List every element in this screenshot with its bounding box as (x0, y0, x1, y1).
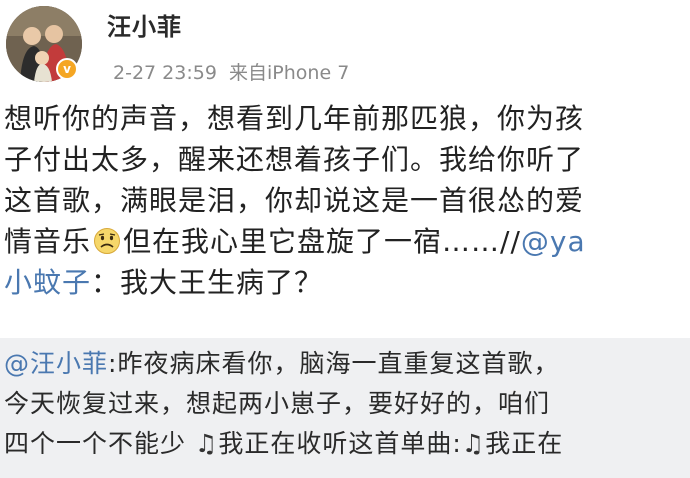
username[interactable]: 汪小菲 (107, 7, 182, 42)
repost-line: @汪小菲:昨夜病床看你，脑海一直重复这首歌， (4, 344, 686, 384)
repost-line-text: 四个一个不能少 (4, 429, 195, 458)
post-line: 子付出太多，醒来还想着孩子们。我给你听了 (4, 143, 585, 176)
weibo-post: v 汪小菲 2-27 23:59 来自iPhone 7 想听你的声音，想看到几年… (0, 0, 690, 478)
mention-link[interactable]: 小蚊子 (4, 266, 91, 299)
post-line: 但在我心里它盘旋了一宿……// (123, 225, 521, 258)
music-note-icon: ♫ (461, 429, 486, 458)
repost-line: 四个一个不能少 ♫我正在收听这首单曲:♫我正在 (4, 424, 686, 464)
post-header: v 汪小菲 2-27 23:59 来自iPhone 7 (0, 0, 690, 90)
verified-badge-icon: v (56, 58, 78, 80)
repost-line-text: :昨夜病床看你，脑海一直重复这首歌， (108, 349, 560, 378)
post-line: 想听你的声音，想看到几年前那匹狼，你为孩 (4, 102, 585, 135)
post-timestamp[interactable]: 2-27 23:59 (113, 62, 217, 84)
post-source: 来自iPhone 7 (229, 62, 350, 84)
repost-line: 今天恢复过来，想起两小崽子，要好好的，咱们 (4, 389, 551, 418)
music-note-icon: ♫ (194, 429, 219, 458)
repost-line-text: 我正在收听这首单曲: (218, 429, 462, 458)
mention-link[interactable]: @ya (521, 225, 586, 258)
repost-text: @汪小菲:昨夜病床看你，脑海一直重复这首歌， 今天恢复过来，想起两小崽子，要好好… (4, 344, 686, 464)
post-body: 想听你的声音，想看到几年前那匹狼，你为孩 子付出太多，醒来还想着孩子们。我给你听… (4, 98, 686, 303)
post-line: 情音乐 (4, 225, 92, 258)
post-line: ：我大王生病了？ (91, 266, 324, 299)
mention-link[interactable]: @汪小菲 (4, 349, 108, 378)
repost-line-text: 我正在 (485, 429, 564, 458)
post-line: 这首歌，满眼是泪，你却说这是一首很怂的爱 (4, 184, 585, 217)
repost-box[interactable]: @汪小菲:昨夜病床看你，脑海一直重复这首歌， 今天恢复过来，想起两小崽子，要好好… (0, 338, 690, 478)
post-meta: 2-27 23:59 来自iPhone 7 (113, 58, 349, 85)
sad-face-emoji-icon (94, 228, 121, 254)
